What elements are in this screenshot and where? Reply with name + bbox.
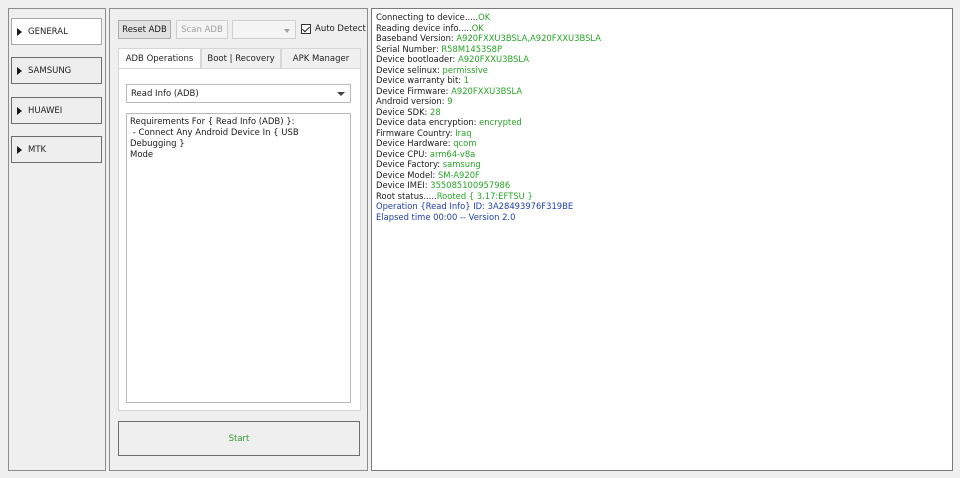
log-value: samsung <box>442 159 481 169</box>
log-value: arm64-v8a <box>429 148 476 159</box>
log-label: Device Factory: <box>376 159 443 169</box>
requirements-textbox[interactable]: Requirements For { Read Info (ADB) }: - … <box>126 113 351 403</box>
log-line: Device CPU: arm64-v8a <box>376 149 948 160</box>
nav-mtk-button[interactable]: MTK <box>11 136 102 163</box>
auto-detect-checkbox[interactable]: Auto Detect <box>301 24 366 34</box>
chevron-down-icon <box>284 29 290 33</box>
log-output: Connecting to device.....OK Reading devic… <box>376 12 948 222</box>
log-line: Device Model: SM-A920F <box>376 170 948 181</box>
nav-huawei-button[interactable]: HUAWEI <box>11 97 102 124</box>
log-value: 9 <box>447 96 453 106</box>
log-line: Device IMEI: 355085100957986 <box>376 180 948 191</box>
tab-boot-recovery[interactable]: Boot | Recovery <box>201 48 281 68</box>
operation-select[interactable]: Read Info (ADB) <box>126 84 351 103</box>
log-line: Baseband Version: A920FXXU3BSLA,A920FXXU… <box>376 33 948 44</box>
log-value: 28 <box>430 106 441 117</box>
chevron-down-icon <box>337 92 345 96</box>
log-line: Device SDK: 28 <box>376 107 948 118</box>
nav-huawei-label: HUAWEI <box>28 105 63 116</box>
log-label: Device Firmware: <box>376 85 452 96</box>
nav-samsung-button[interactable]: SAMSUNG <box>11 57 102 84</box>
log-label: Root status..... <box>376 190 437 201</box>
log-line: Device Firmware: A920FXXU3BSLA <box>376 86 948 97</box>
nav-samsung-label: SAMSUNG <box>28 65 72 76</box>
log-line: Device data encryption: encrypted <box>376 117 948 128</box>
log-line: Connecting to device.....OK <box>376 12 948 23</box>
log-label: Device selinux: <box>376 64 443 75</box>
nav-general-button[interactable]: GENERAL <box>11 18 102 45</box>
log-value: permissive <box>442 64 488 75</box>
log-value: Iraq <box>455 127 472 138</box>
log-value: OK <box>478 12 491 22</box>
log-value: A920FXXU3BSLA,A920FXXU3BSLA <box>456 33 602 43</box>
log-label: Baseband Version: <box>376 33 457 43</box>
reset-adb-button[interactable]: Reset ADB <box>118 20 171 39</box>
log-label: Reading device info..... <box>376 22 472 33</box>
log-value: qcom <box>453 138 477 148</box>
log-value: R58M1453S8P <box>441 43 503 54</box>
log-value: SM-A920F <box>437 169 480 180</box>
category-panel: GENERAL SAMSUNG HUAWEI MTK <box>8 8 106 471</box>
caret-right-icon <box>17 27 22 36</box>
log-operation-id: Operation {Read Info} ID: 3A28493976F319… <box>376 201 574 211</box>
adb-operations-tab-panel: Read Info (ADB) Requirements For { Read … <box>118 68 361 411</box>
log-line: Device Factory: samsung <box>376 159 948 170</box>
log-value: A920FXXU3BSLA <box>457 54 529 64</box>
nav-general-label: GENERAL <box>28 26 68 37</box>
log-value: 355085100957986 <box>430 180 511 190</box>
log-label: Device Model: <box>376 169 438 180</box>
log-label: Firmware Country: <box>376 127 456 138</box>
log-label: Device Hardware: <box>376 138 454 148</box>
log-line: Device selinux: permissive <box>376 65 948 76</box>
log-line: Device bootloader: A920FXXU3BSLA <box>376 54 948 65</box>
operations-tabs: ADB Operations Boot | Recovery APK Manag… <box>118 48 361 69</box>
log-label: Device SDK: <box>376 106 431 117</box>
log-label: Device IMEI: <box>376 180 431 190</box>
log-line: Root status.....Rooted { 3.17:EFTSU } <box>376 191 948 202</box>
log-value: OK <box>471 22 484 33</box>
log-label: Device warranty bit: <box>376 75 464 85</box>
tab-apk-manager[interactable]: APK Manager <box>281 48 361 68</box>
log-line: Serial Number: R58M1453S8P <box>376 44 948 55</box>
log-label: Device bootloader: <box>376 54 458 64</box>
caret-right-icon <box>17 145 22 154</box>
checkbox-checked-icon <box>301 24 311 34</box>
log-value: encrypted <box>479 117 522 127</box>
log-label: Device data encryption: <box>376 117 480 127</box>
log-elapsed-time: Elapsed time 00:00 -- Version 2.0 <box>376 211 516 222</box>
scan-adb-button[interactable]: Scan ADB <box>176 20 228 39</box>
port-select[interactable] <box>232 20 296 39</box>
log-value: Rooted { 3.17:EFTSU } <box>436 190 533 201</box>
log-label: Device CPU: <box>376 148 430 159</box>
log-label: Serial Number: <box>376 43 442 54</box>
caret-right-icon <box>17 66 22 75</box>
log-value: 1 <box>463 75 470 85</box>
tab-adb-operations[interactable]: ADB Operations <box>118 48 201 69</box>
log-line: Android version: 9 <box>376 96 948 107</box>
log-output-panel[interactable]: Connecting to device.....OK Reading devic… <box>371 8 953 471</box>
operations-panel: Reset ADB Scan ADB Auto Detect ADB Opera… <box>109 8 368 471</box>
log-line: Reading device info.....OK <box>376 23 948 34</box>
auto-detect-label: Auto Detect <box>315 24 366 34</box>
log-value: A920FXXU3BSLA <box>451 85 523 96</box>
log-line: Device Hardware: qcom <box>376 138 948 149</box>
log-line: Firmware Country: Iraq <box>376 128 948 139</box>
caret-right-icon <box>17 106 22 115</box>
operation-select-value: Read Info (ADB) <box>131 88 199 99</box>
log-label: Connecting to device..... <box>376 12 479 22</box>
nav-mtk-label: MTK <box>28 144 47 155</box>
log-label: Android version: <box>376 96 448 106</box>
start-button[interactable]: Start <box>118 421 360 456</box>
log-line: Device warranty bit: 1 <box>376 75 948 86</box>
